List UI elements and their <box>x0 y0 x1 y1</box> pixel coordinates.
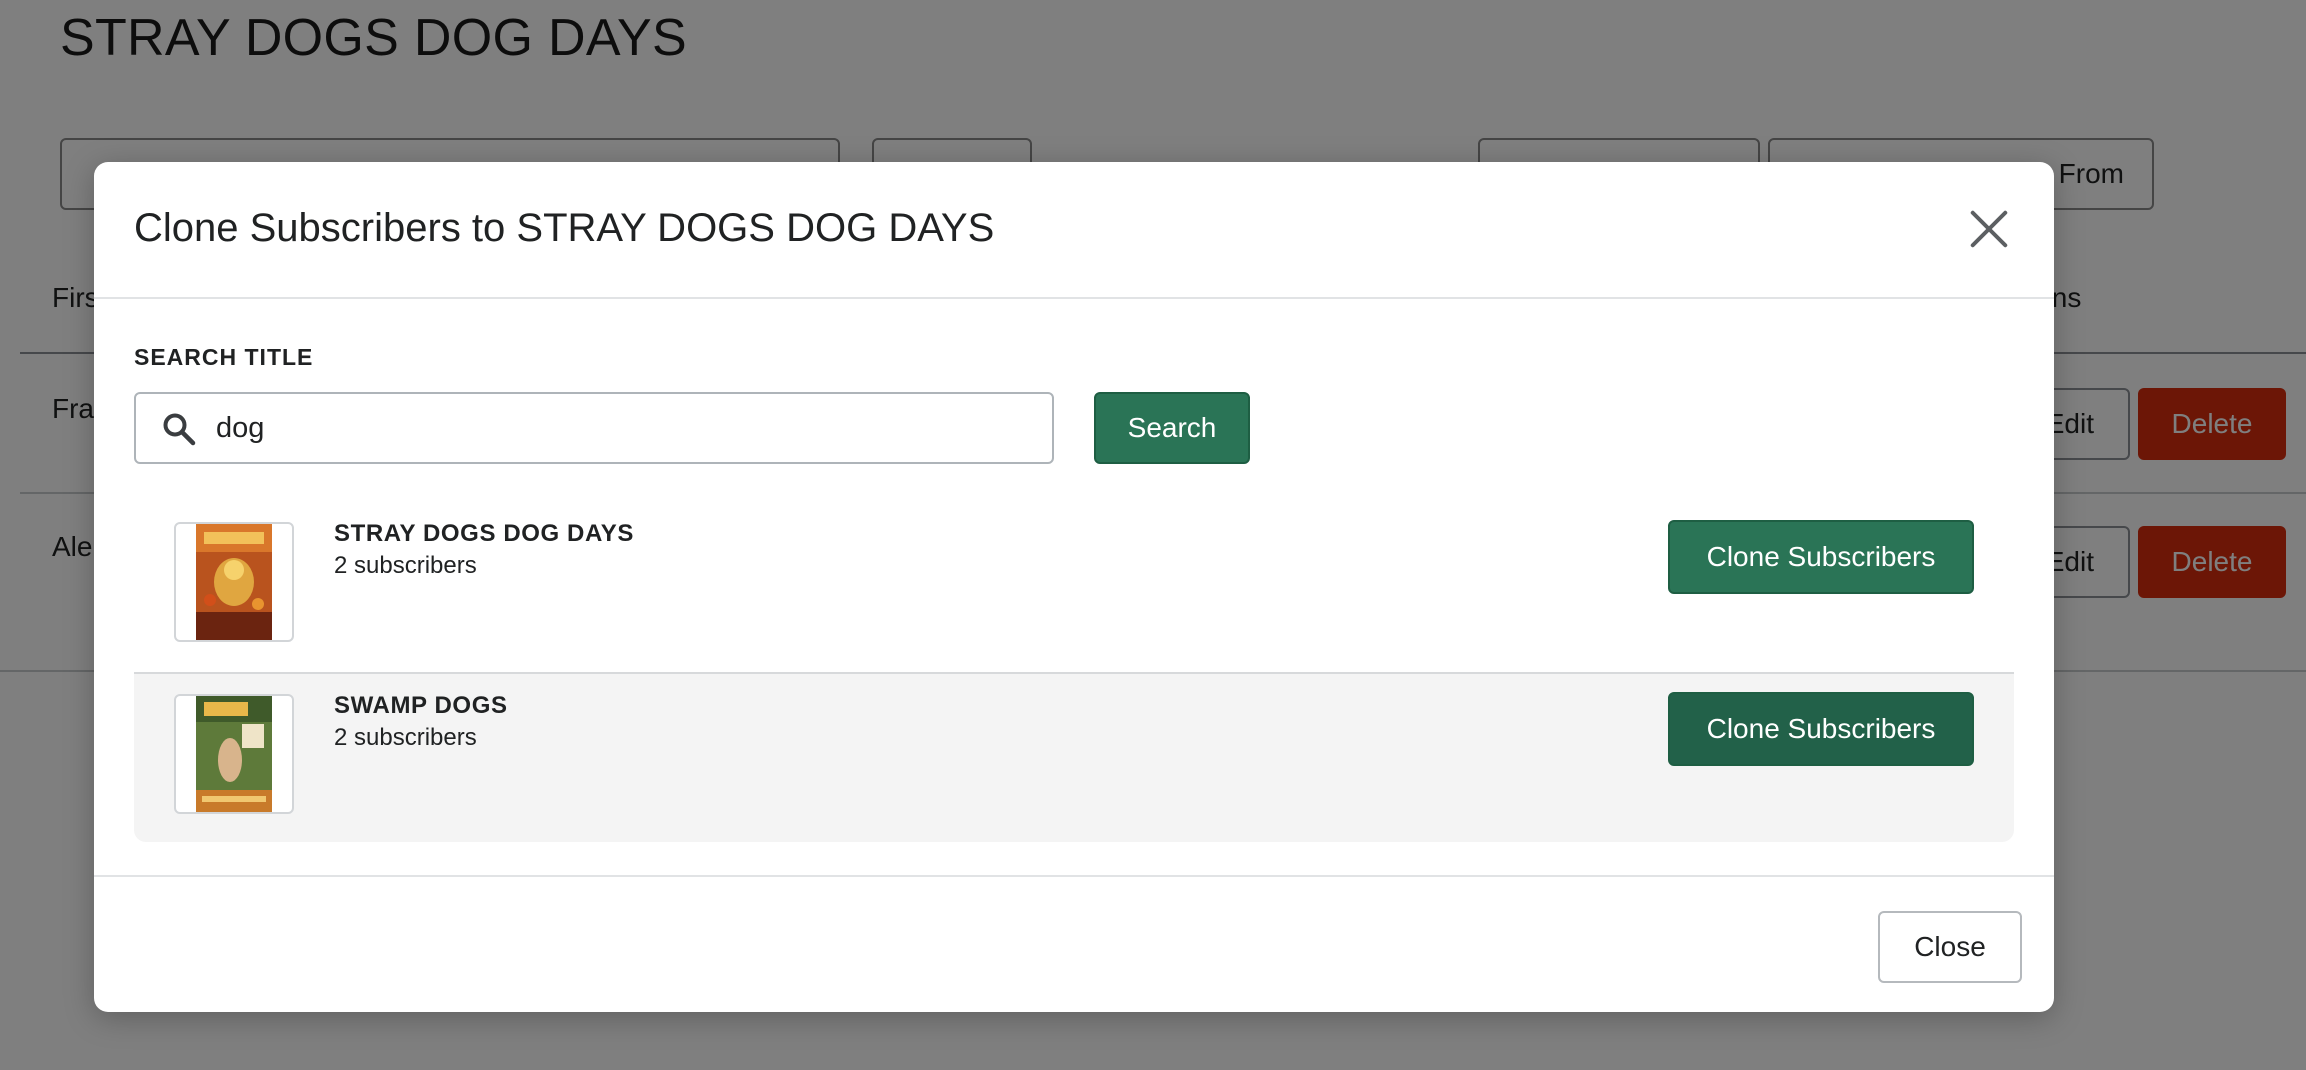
modal-footer: Close <box>94 875 2054 1012</box>
clone-subscribers-button[interactable]: Clone Subscribers <box>1668 692 1974 766</box>
stray-dogs-cover-thumbnail <box>174 522 294 642</box>
close-icon[interactable] <box>1964 204 2014 254</box>
close-button[interactable]: Close <box>1878 911 2022 983</box>
result-subscriber-count: 2 subscribers <box>334 724 477 751</box>
page: STRAY DOGS DOG DAYS From Firs ions Fra E… <box>0 0 2306 1070</box>
list-item: STRAY DOGS DOG DAYS 2 subscribers Clone … <box>134 502 2014 672</box>
comic-cover-image <box>196 524 272 640</box>
comic-cover-image <box>196 696 272 812</box>
result-subscriber-count: 2 subscribers <box>334 552 477 579</box>
swamp-dogs-cover-thumbnail <box>174 694 294 814</box>
search-button[interactable]: Search <box>1094 392 1250 464</box>
list-item: SWAMP DOGS 2 subscribers Clone Subscribe… <box>134 672 2014 842</box>
modal-header: Clone Subscribers to STRAY DOGS DOG DAYS <box>94 162 2054 299</box>
result-title: SWAMP DOGS <box>334 692 508 719</box>
search-icon <box>163 413 196 446</box>
search-field[interactable] <box>134 392 1054 464</box>
clone-subscribers-button[interactable]: Clone Subscribers <box>1668 520 1974 594</box>
clone-subscribers-modal: Clone Subscribers to STRAY DOGS DOG DAYS… <box>94 162 2054 1012</box>
search-title-label: SEARCH TITLE <box>134 344 314 370</box>
search-input[interactable] <box>216 394 1042 462</box>
modal-title: Clone Subscribers to STRAY DOGS DOG DAYS <box>134 206 995 250</box>
result-title: STRAY DOGS DOG DAYS <box>334 520 634 547</box>
